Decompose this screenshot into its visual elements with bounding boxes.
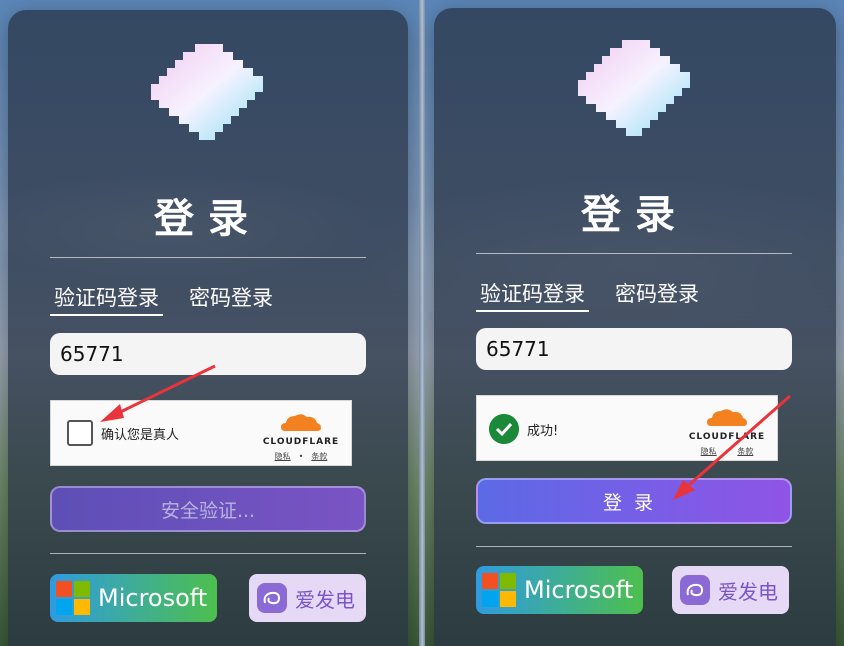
red-arrow-annotation-icon — [673, 394, 791, 500]
red-arrow-annotation-icon — [100, 364, 216, 422]
left-screenshot: 登录 验证码登录 密码登录 确认您是真人 CLOUDFLARE 隐私•条款 安全… — [0, 0, 422, 646]
right-screenshot: 登录 验证码登录 密码登录 成功! CLOUDFLARE 隐私•条款 登录 — [425, 0, 844, 646]
